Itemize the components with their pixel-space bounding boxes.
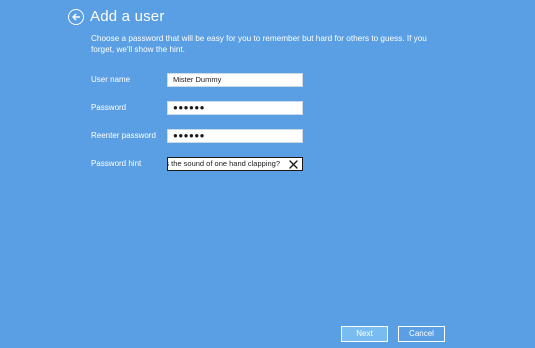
next-button[interactable]: Next <box>341 326 388 342</box>
clear-hint-button[interactable] <box>288 159 299 170</box>
close-icon <box>289 160 298 169</box>
header: Add a user <box>68 6 165 28</box>
back-button[interactable] <box>68 9 84 25</box>
password-label: Password <box>91 103 127 112</box>
password-input[interactable]: ●●●●●● <box>167 101 303 115</box>
back-arrow-icon <box>72 13 81 21</box>
cancel-button[interactable]: Cancel <box>398 326 445 342</box>
reenter-password-label: Reenter password <box>91 131 156 140</box>
reenter-password-row: Reenter password ●●●●●● <box>91 129 303 143</box>
username-label: User name <box>91 75 131 84</box>
password-hint-label: Password hint <box>91 159 142 168</box>
page-title: Add a user <box>90 8 165 25</box>
password-hint-input[interactable]: What is the sound of one hand clapping? <box>167 157 303 171</box>
reenter-password-input[interactable]: ●●●●●● <box>167 129 303 143</box>
instructions-text: Choose a password that will be easy for … <box>91 34 427 54</box>
password-row: Password ●●●●●● <box>91 101 303 115</box>
password-hint-value: What is the sound of one hand clapping? <box>168 159 280 168</box>
username-input[interactable]: Mister Dummy <box>167 73 303 87</box>
password-hint-row: Password hint What is the sound of one h… <box>91 157 303 171</box>
username-row: User name Mister Dummy <box>91 73 303 87</box>
